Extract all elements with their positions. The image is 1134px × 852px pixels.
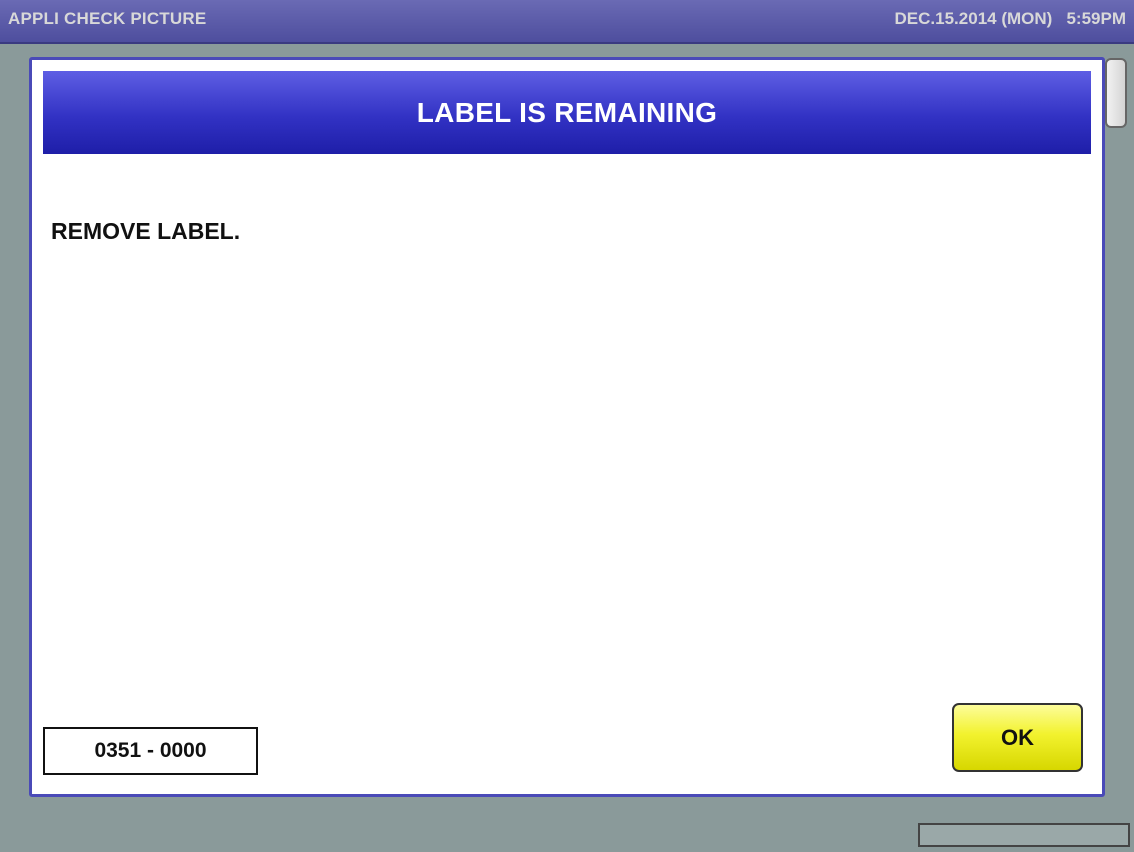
title-bar: APPLI CHECK PICTURE DEC.15.2014 (MON) 5:… xyxy=(0,0,1134,44)
error-code: 0351 - 0000 xyxy=(43,727,258,775)
dialog-title: LABEL IS REMAINING xyxy=(416,96,718,128)
status-indicator xyxy=(918,823,1130,847)
alert-dialog: LABEL IS REMAINING REMOVE LABEL. 0351 - … xyxy=(29,57,1105,797)
screen: APPLI CHECK PICTURE DEC.15.2014 (MON) 5:… xyxy=(0,0,1134,852)
dialog-header: LABEL IS REMAINING xyxy=(43,71,1091,154)
dialog-message: REMOVE LABEL. xyxy=(51,218,241,244)
ok-button[interactable]: OK xyxy=(952,703,1083,772)
scrollbar-thumb[interactable] xyxy=(1105,58,1127,128)
date-time: DEC.15.2014 (MON) 5:59PM xyxy=(894,9,1126,28)
app-title: APPLI CHECK PICTURE xyxy=(8,9,207,28)
